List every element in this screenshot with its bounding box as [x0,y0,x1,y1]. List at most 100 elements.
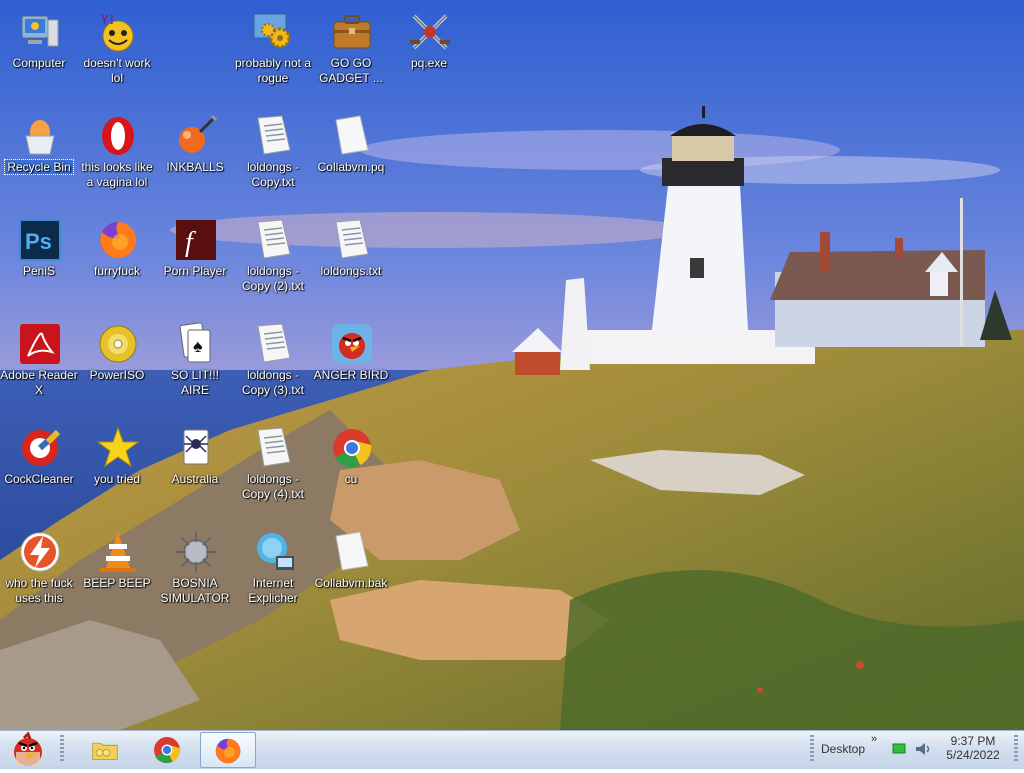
taskbar: Desktop » 9:37 PM 5/24/2022 [0,730,1024,769]
desktop-icon[interactable]: Ps PeniS [0,212,78,312]
desktop-icon[interactable]: CockCleaner [0,420,78,520]
internet-explorer-icon [252,530,296,574]
flash-lightning-icon [18,530,62,574]
desktop-icon[interactable]: Collabvm.bak [312,524,390,624]
desktop-icon-label: furryfuck [93,264,140,278]
volume-icon[interactable] [914,741,932,757]
taskbar-firefox-button[interactable] [200,732,256,768]
crossed-swords-icon [408,10,452,54]
desktop-icon[interactable]: Australia [156,420,234,520]
desktop-icon[interactable]: probably not a rogue [234,4,312,104]
toolbar-grip[interactable] [810,735,814,763]
desktop-icon[interactable]: loldongs - Copy.txt [234,108,312,208]
firefox-icon [96,218,140,262]
desktop-icon[interactable]: this looks like a vagina lol [78,108,156,208]
desktop-icon[interactable]: pq.exe [390,4,468,104]
desktop-icon-label: SO LIT!!! AIRE [170,368,219,397]
desktop-icon[interactable]: furryfuck [78,212,156,312]
desktop-icon[interactable]: BEEP BEEP [78,524,156,624]
desktop-icon-label: pq.exe [410,56,448,70]
start-button[interactable] [2,731,52,766]
text-file-icon [252,114,296,158]
desktop-icon[interactable]: ANGER BIRD [312,316,390,416]
desktop-icon[interactable]: cu [312,420,390,520]
desktop-icon-label: Adobe Reader X [0,368,78,397]
desktop-icon[interactable]: BOSNIA SIMULATOR [156,524,234,624]
desktop-icon-label: you tried [93,472,141,486]
desktop-icon[interactable]: loldongs.txt [312,212,390,312]
inkball-icon [174,114,218,158]
desktop-icon[interactable]: Adobe Reader X [0,316,78,416]
desktop-icon[interactable]: PowerISO [78,316,156,416]
firefox-icon [213,736,243,766]
desktop-icon[interactable]: loldongs - Copy (4).txt [234,420,312,520]
desktop-icon-label: loldongs - Copy (4).txt [241,472,304,501]
text-file-icon [252,218,296,262]
text-file-icon [330,218,374,262]
desktop-icon-label: loldongs - Copy (3).txt [241,368,304,397]
desktop-icon[interactable]: Recycle Bin [0,108,78,208]
settings-gears-icon [252,10,296,54]
taskbar-file-explorer-button[interactable] [78,732,132,766]
desktop-icon-label: Internet Explicher [248,576,298,605]
yahoo-messenger-icon: Y! [96,10,140,54]
desktop-icon-label: BEEP BEEP [83,576,151,590]
desktop-icon[interactable]: INKBALLS [156,108,234,208]
desktop-toolbar-label[interactable]: Desktop [821,742,865,756]
desktop-icon-label: INKBALLS [166,160,224,174]
desktop-icon-label: ANGER BIRD [313,368,389,382]
desktop-icon[interactable]: Internet Explicher [234,524,312,624]
vlc-cone-icon [96,530,140,574]
chrome-icon [152,735,182,765]
svg-text:♠: ♠ [193,336,203,356]
spiked-mine-icon [174,530,218,574]
ccleaner-icon [18,426,62,470]
taskbar-grip[interactable] [60,735,64,763]
taskbar-chrome-button[interactable] [140,732,194,766]
desktop-icon[interactable]: Collabvm.pq [312,108,390,208]
chrome-icon [330,426,374,470]
star-icon [96,426,140,470]
desktop-icon[interactable]: Computer [0,4,78,104]
desktop-icon-label: who the fuck uses this [5,576,73,605]
toolbar-chevron[interactable]: » [871,733,877,745]
svg-text:Ps: Ps [25,229,52,254]
opera-icon [96,114,140,158]
blank-file-icon [330,114,374,158]
desktop-icon-label: probably not a rogue [234,56,312,85]
desktop-icon[interactable]: you tried [78,420,156,520]
flash-icon: f [174,218,218,262]
desktop-icon-label: CockCleaner [4,472,74,486]
clock-date: 5/24/2022 [946,748,1000,762]
desktop-icon-label: BOSNIA SIMULATOR [160,576,230,605]
desktop-icon-label: Australia [171,472,219,486]
desktop-icon-label: loldongs - Copy (2).txt [241,264,304,293]
desktop-icon-label: Collabvm.bak [314,576,388,590]
desktop-icon-label: GO GO GADGET ... [319,56,383,85]
desktop-icon[interactable]: Y! doesn't work lol [78,4,156,104]
show-desktop-grip[interactable] [1014,735,1018,763]
desktop-icon-label: Recycle Bin [4,159,74,175]
network-icon[interactable] [892,743,906,755]
desktop-icon[interactable]: loldongs - Copy (2).txt [234,212,312,312]
clock[interactable]: 9:37 PM 5/24/2022 [944,734,1002,762]
desktop-icon-label: Porn Player [163,264,227,278]
clock-time: 9:37 PM [950,734,996,748]
desktop-icon-label: this looks like a vagina lol [81,160,153,189]
desktop-icon[interactable]: who the fuck uses this [0,524,78,624]
desktop-icon-label: cu [344,472,358,486]
recycle-bin-icon [18,114,62,158]
desktop-icon[interactable]: loldongs - Copy (3).txt [234,316,312,416]
disc-icon [96,322,140,366]
text-file-icon [252,426,296,470]
desktop-icon[interactable]: ♠ SO LIT!!! AIRE [156,316,234,416]
photoshop-icon: Ps [18,218,62,262]
desktop-icon-label: PowerISO [89,368,145,382]
desktop-icon[interactable]: GO GO GADGET ... [312,4,390,104]
angry-bird-icon [330,322,374,366]
desktop-icon-label: Collabvm.pq [317,160,385,174]
angry-bird-icon [14,731,42,766]
desktop-icon[interactable]: f Porn Player [156,212,234,312]
desktop-icon-label: doesn't work lol [83,56,151,85]
desktop-icon-label: PeniS [22,264,56,278]
